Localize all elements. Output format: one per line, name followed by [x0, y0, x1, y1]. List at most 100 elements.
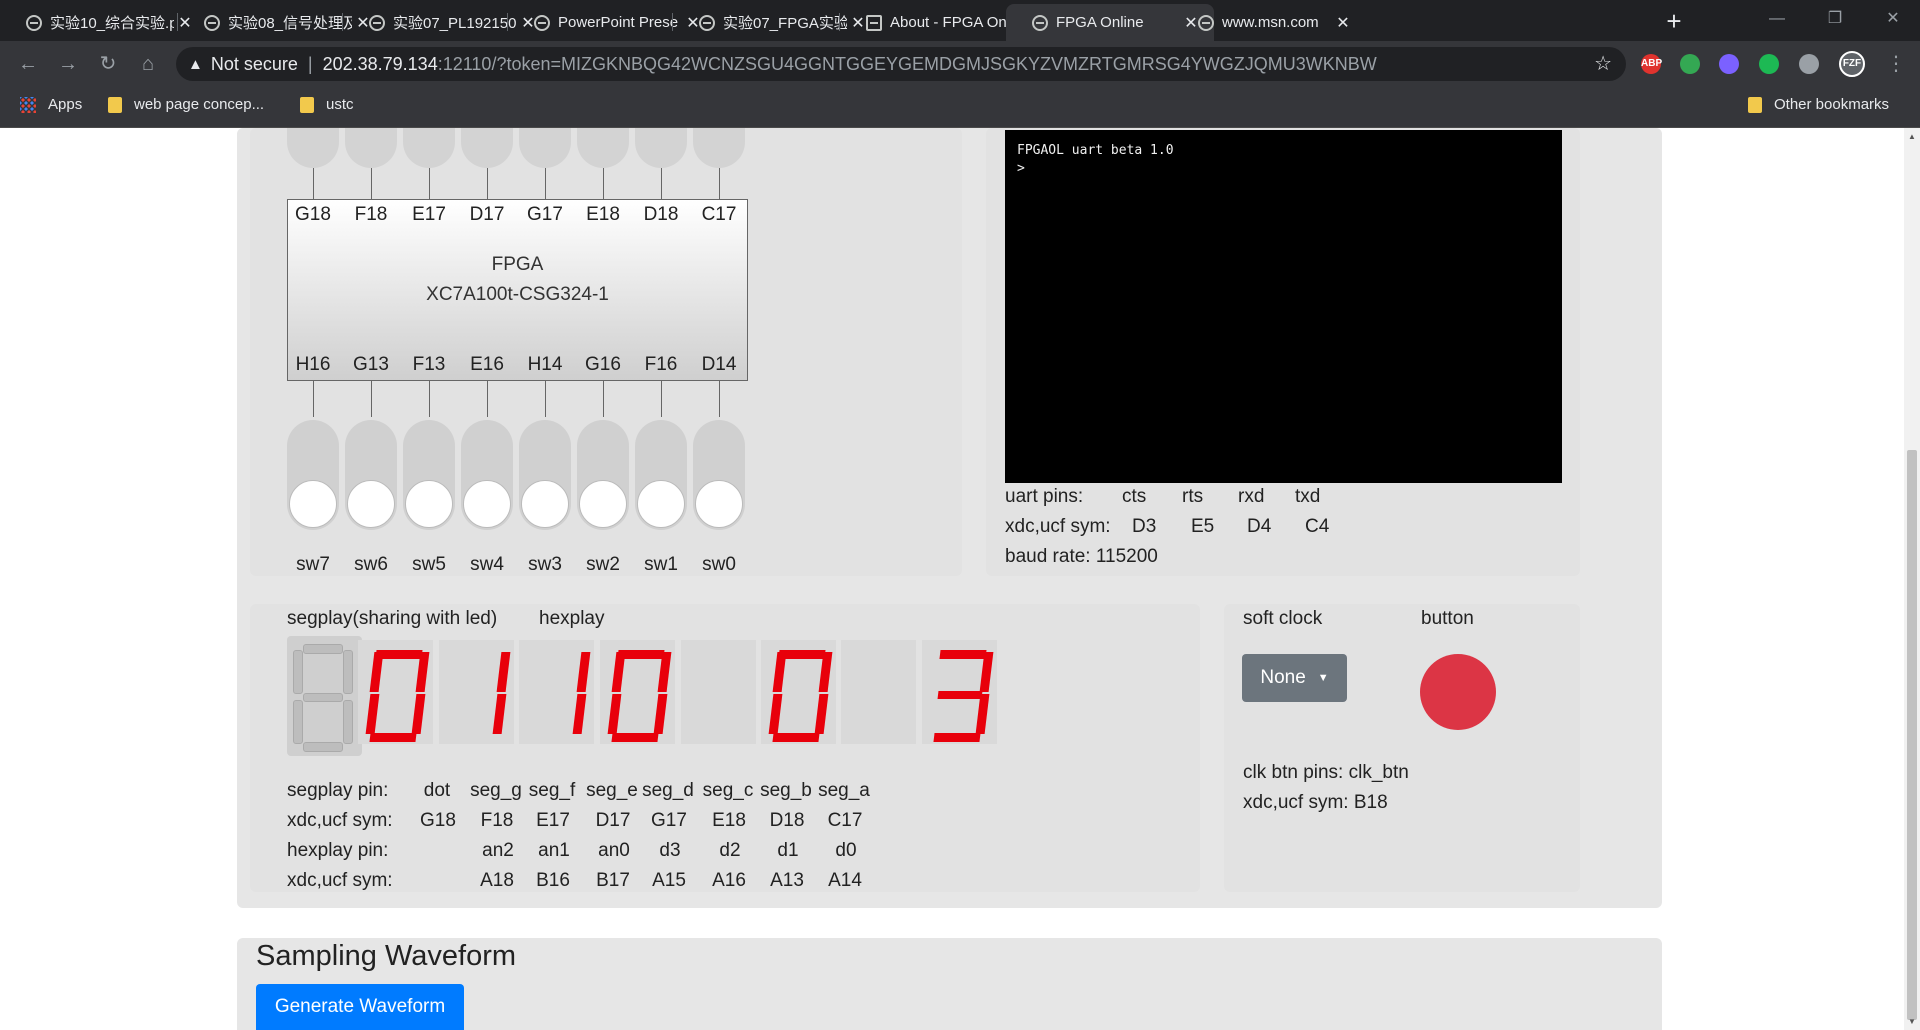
switch-knob[interactable] [405, 480, 453, 528]
segment-f [853, 652, 867, 692]
menu-icon[interactable]: ⋮ [1880, 48, 1912, 80]
clock-card [1224, 604, 1580, 892]
scroll-up-icon[interactable]: ▲ [1908, 132, 1916, 141]
pin-cell: A13 [770, 870, 804, 891]
pin-cell: an2 [482, 840, 514, 861]
pin-cell: B17 [596, 870, 630, 891]
restore-button[interactable]: ❐ [1806, 0, 1864, 38]
scroll-down-icon[interactable]: ▼ [1908, 1017, 1916, 1026]
toggle-switch[interactable] [519, 420, 571, 530]
pin-cell: seg_d [642, 780, 694, 801]
chip-pin-bottom: E16 [470, 354, 504, 375]
caret-down-icon: ▼ [1317, 672, 1329, 684]
other-bookmarks[interactable]: Other bookmarks [1748, 96, 1889, 113]
chip-pin-bottom: F13 [412, 354, 446, 375]
toggle-switch[interactable] [577, 420, 629, 530]
chip-pin-top: E17 [412, 204, 446, 225]
switch-knob[interactable] [637, 480, 685, 528]
security-status: Not secure [210, 53, 298, 74]
minimize-button[interactable]: — [1748, 0, 1806, 38]
reload-icon[interactable]: ↻ [92, 48, 124, 80]
led-segment [343, 700, 353, 744]
segment-c [411, 694, 426, 734]
switch-knob[interactable] [289, 480, 337, 528]
pin-cell: seg_f [528, 780, 576, 801]
segplay-title: segplay(sharing with led) [287, 608, 498, 629]
profile-avatar[interactable]: FZF [1839, 51, 1865, 77]
warning-icon: ▲ [188, 55, 203, 73]
uart-sym-label: xdc,ucf sym: [1005, 516, 1111, 537]
seven-segment-digit [358, 640, 433, 744]
pin-wire [487, 168, 488, 199]
toggle-switch[interactable] [461, 420, 513, 530]
bookmark-web-page-concept[interactable]: web page concep... [108, 96, 264, 113]
segment-c [975, 694, 990, 734]
tab-separator [177, 13, 178, 31]
chip-name: FPGA [491, 254, 544, 275]
tab-separator [342, 13, 343, 31]
bookmark-label: Apps [48, 96, 83, 113]
switch-label: sw7 [296, 554, 330, 575]
generate-waveform-button[interactable]: Generate Waveform [256, 984, 464, 1030]
segment-e [930, 694, 944, 734]
puzzle-icon[interactable] [1799, 54, 1819, 74]
new-tab-button[interactable]: + [1658, 6, 1690, 38]
extension-icon[interactable] [1680, 54, 1700, 74]
extension-icon[interactable] [1719, 54, 1739, 74]
toggle-switch[interactable] [403, 420, 455, 530]
toggle-switch[interactable] [345, 420, 397, 530]
pin-wire [661, 381, 662, 417]
bookmark-apps[interactable]: Apps [20, 96, 82, 113]
push-button[interactable] [1420, 654, 1496, 730]
extension-icon[interactable] [1759, 54, 1779, 74]
soft-clock-label: soft clock [1243, 608, 1323, 629]
segment-g [535, 691, 580, 699]
uart-sym: D4 [1247, 516, 1272, 537]
soft-clock-dropdown[interactable]: None ▼ [1242, 654, 1347, 702]
switch-label: sw5 [412, 554, 446, 575]
terminal-prompt: > [1017, 161, 1025, 176]
pin-cell: d2 [719, 840, 741, 861]
pin-cell: D18 [769, 810, 805, 831]
toggle-switch[interactable] [693, 420, 745, 530]
switch-knob[interactable] [521, 480, 569, 528]
pin-row-label: segplay pin: [287, 780, 389, 801]
tab-title: About - FPGA On [890, 14, 1007, 31]
button-label: button [1421, 608, 1474, 629]
switch-knob[interactable] [347, 480, 395, 528]
switch-label: sw2 [586, 554, 620, 575]
switch-knob[interactable] [579, 480, 627, 528]
adblock-plus-icon[interactable]: ABP [1641, 54, 1662, 74]
home-icon[interactable]: ⌂ [132, 48, 164, 80]
clk-btn-pins: clk btn pins: clk_btn [1243, 762, 1409, 783]
pin-wire [661, 168, 662, 199]
bookmark-ustc[interactable]: ustc [300, 96, 354, 113]
browser-tab[interactable]: www.msn.com ✕ [1172, 4, 1366, 41]
segment-c [735, 694, 749, 734]
pin-wire [719, 168, 720, 199]
chip-pin-top: E18 [586, 204, 620, 225]
switch-knob[interactable] [463, 480, 511, 528]
toggle-switch[interactable] [635, 420, 687, 530]
tab-title: 实验07_FPGA实验 [723, 15, 847, 32]
tab-close-icon[interactable]: ✕ [1332, 13, 1354, 33]
close-window-button[interactable]: ✕ [1864, 0, 1920, 38]
page-scrollbar[interactable]: ▲ ▼ [1904, 128, 1920, 1030]
seven-segment-digit [922, 640, 997, 744]
segment-f [611, 652, 626, 692]
segment-e [768, 694, 783, 734]
tab-separator [672, 13, 673, 31]
led-segment [343, 650, 353, 694]
address-bar[interactable]: ▲ Not secure | 202.38.79.134:12110/?toke… [176, 47, 1626, 81]
scrollbar-thumb[interactable] [1907, 450, 1917, 1020]
pin-cell: G17 [651, 810, 687, 831]
pin-wire [371, 381, 372, 417]
toggle-switch[interactable] [287, 420, 339, 530]
tab-title: PowerPoint Prese [558, 14, 679, 31]
back-icon[interactable]: ← [12, 48, 44, 80]
uart-terminal[interactable]: FPGAOL uart beta 1.0 > [1005, 130, 1562, 483]
bookmark-star-icon[interactable]: ☆ [1594, 51, 1612, 76]
forward-icon[interactable]: → [52, 48, 84, 80]
switch-knob[interactable] [695, 480, 743, 528]
tab-separator [507, 13, 508, 31]
